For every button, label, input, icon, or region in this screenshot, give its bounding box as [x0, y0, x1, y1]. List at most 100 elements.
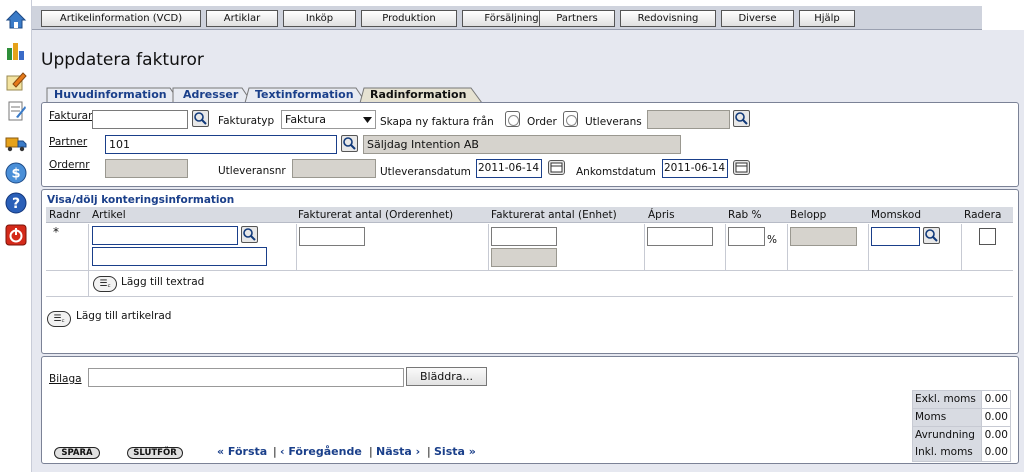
menu-produktion[interactable]: Produktion	[361, 10, 457, 27]
menu-hjalp[interactable]: Hjälp	[799, 10, 855, 27]
save-button[interactable]: SPARA	[54, 447, 100, 459]
total-inkl-moms-label: Inkl. moms	[913, 444, 981, 461]
menu-partners[interactable]: Partners	[539, 10, 615, 27]
sidebar: $ ?	[0, 0, 32, 472]
ankomstdatum-calendar-button[interactable]	[733, 160, 750, 175]
add-text-row-button[interactable]: ☰꜀	[93, 276, 117, 292]
total-inkl-moms-value: 0.00	[982, 444, 1010, 461]
utleveransnr-label: Utleveransnr	[218, 165, 286, 177]
nav-next-link[interactable]: Nästa ›	[376, 445, 420, 458]
document-icon[interactable]	[5, 100, 27, 122]
utleverans-radio[interactable]	[563, 111, 578, 127]
ordernr-input	[105, 159, 188, 178]
dollar-icon[interactable]: $	[5, 162, 27, 184]
magnifier-icon	[735, 112, 748, 125]
skapa-label: Skapa ny faktura från	[380, 116, 494, 128]
nav-last-link[interactable]: Sista »	[434, 445, 476, 458]
radera-checkbox[interactable]	[979, 228, 996, 245]
nav-previous-link[interactable]: ‹ Föregående	[280, 445, 362, 458]
help-icon[interactable]: ?	[5, 192, 27, 214]
fakturerat-orderenhet-input[interactable]	[299, 227, 365, 246]
total-avrundning-label: Avrundning	[913, 427, 981, 444]
col-apris: Ápris	[648, 209, 675, 221]
fakturanr-input[interactable]	[92, 110, 188, 129]
truck-icon[interactable]	[5, 132, 27, 154]
col-fakturerat-orderenhet: Fakturerat antal (Orderenhet)	[298, 209, 454, 221]
utleveransnr-input	[292, 159, 376, 178]
col-radera: Radera	[964, 209, 1002, 221]
column-divider	[868, 224, 869, 271]
main-menu-bar: Artikelinformation (VCD) Artiklar Inköp …	[32, 6, 982, 30]
fakturanr-search-button[interactable]	[192, 110, 209, 127]
artikel-input[interactable]	[92, 226, 238, 245]
menu-artiklar[interactable]: Artiklar	[206, 10, 278, 27]
ankomstdatum-label: Ankomstdatum	[576, 166, 656, 178]
rows-table-header: Radnr Artikel Fakturerat antal (Orderenh…	[46, 207, 1013, 223]
column-divider	[644, 224, 645, 271]
total-moms-label: Moms	[913, 409, 981, 426]
fakturatyp-label: Fakturatyp	[218, 115, 275, 127]
partner-name-field: Säljdag Intention AB	[363, 135, 681, 154]
artikel-description-input[interactable]	[92, 247, 267, 266]
column-divider	[961, 224, 962, 271]
tab-textinformation[interactable]: Textinformation	[249, 88, 354, 102]
svg-text:$: $	[11, 167, 20, 182]
add-article-row-button[interactable]: ☰꜀	[47, 311, 71, 327]
bilaga-label: Bilaga	[49, 373, 82, 385]
utleverans-search-button[interactable]	[733, 110, 750, 127]
tab-adresser[interactable]: Adresser	[177, 88, 238, 102]
momskod-input[interactable]	[871, 227, 920, 246]
row-divider	[46, 270, 1013, 271]
tab-radinformation[interactable]: Radinformation	[364, 88, 466, 102]
partner-input[interactable]: 101	[105, 135, 337, 154]
total-avrundning-value: 0.00	[982, 427, 1010, 444]
utleveransdatum-calendar-button[interactable]	[548, 160, 565, 175]
rab-input[interactable]	[728, 227, 765, 246]
browse-button[interactable]: Bläddra...	[406, 367, 487, 386]
utleveransdatum-label: Utleveransdatum	[380, 166, 471, 178]
menu-diverse[interactable]: Diverse	[721, 10, 794, 27]
momskod-search-button[interactable]	[923, 227, 940, 244]
page-title: Uppdatera fakturor	[41, 50, 204, 70]
row-divider	[46, 296, 1013, 297]
finish-button[interactable]: SLUTFÖR	[127, 447, 183, 459]
magnifier-icon	[243, 228, 256, 241]
nav-first-link[interactable]: « Första	[217, 445, 267, 458]
bilaga-file-input[interactable]	[88, 368, 404, 387]
add-text-row-label[interactable]: Lägg till textrad	[121, 276, 204, 288]
power-icon[interactable]	[5, 224, 27, 246]
calendar-icon	[735, 162, 748, 173]
toggle-kontering-link[interactable]: Visa/dölj konteringsinformation	[47, 194, 234, 206]
artikel-search-button[interactable]	[241, 226, 258, 243]
tab-huvudinformation[interactable]: Huvudinformation	[48, 88, 167, 102]
home-icon[interactable]	[5, 8, 27, 30]
magnifier-icon	[194, 112, 207, 125]
ankomstdatum-input[interactable]: 2011-06-14	[662, 159, 728, 178]
total-exkl-moms-value: 0.00	[982, 391, 1010, 408]
col-radnr: Radnr	[49, 209, 81, 221]
edit-icon[interactable]	[5, 70, 27, 92]
col-belopp: Belopp	[790, 209, 827, 221]
total-moms-value: 0.00	[982, 409, 1010, 426]
menu-artikelinformation[interactable]: Artikelinformation (VCD)	[41, 10, 201, 27]
partner-search-button[interactable]	[341, 135, 358, 152]
magnifier-icon	[925, 229, 938, 242]
fakturerat-enhet-input[interactable]	[491, 227, 557, 246]
menu-redovisning[interactable]: Redovisning	[620, 10, 716, 27]
magnifier-icon	[343, 137, 356, 150]
order-radio[interactable]	[505, 111, 520, 127]
column-divider	[787, 224, 788, 271]
chevron-down-icon	[363, 117, 372, 123]
percent-sign: %	[767, 234, 777, 246]
fakturatyp-value: Faktura	[285, 113, 326, 126]
menu-inkop[interactable]: Inköp	[283, 10, 356, 27]
utleverans-label: Utleverans	[585, 116, 642, 128]
total-exkl-moms-label: Exkl. moms	[913, 391, 981, 408]
utleverans-input	[647, 110, 730, 129]
chart-icon[interactable]	[5, 40, 27, 62]
apris-input[interactable]	[647, 227, 713, 246]
utleveransdatum-input[interactable]: 2011-06-14	[476, 159, 542, 178]
fakturatyp-select[interactable]: Faktura	[281, 110, 376, 129]
add-article-row-label[interactable]: Lägg till artikelrad	[76, 310, 171, 322]
partner-label: Partner	[49, 136, 88, 148]
